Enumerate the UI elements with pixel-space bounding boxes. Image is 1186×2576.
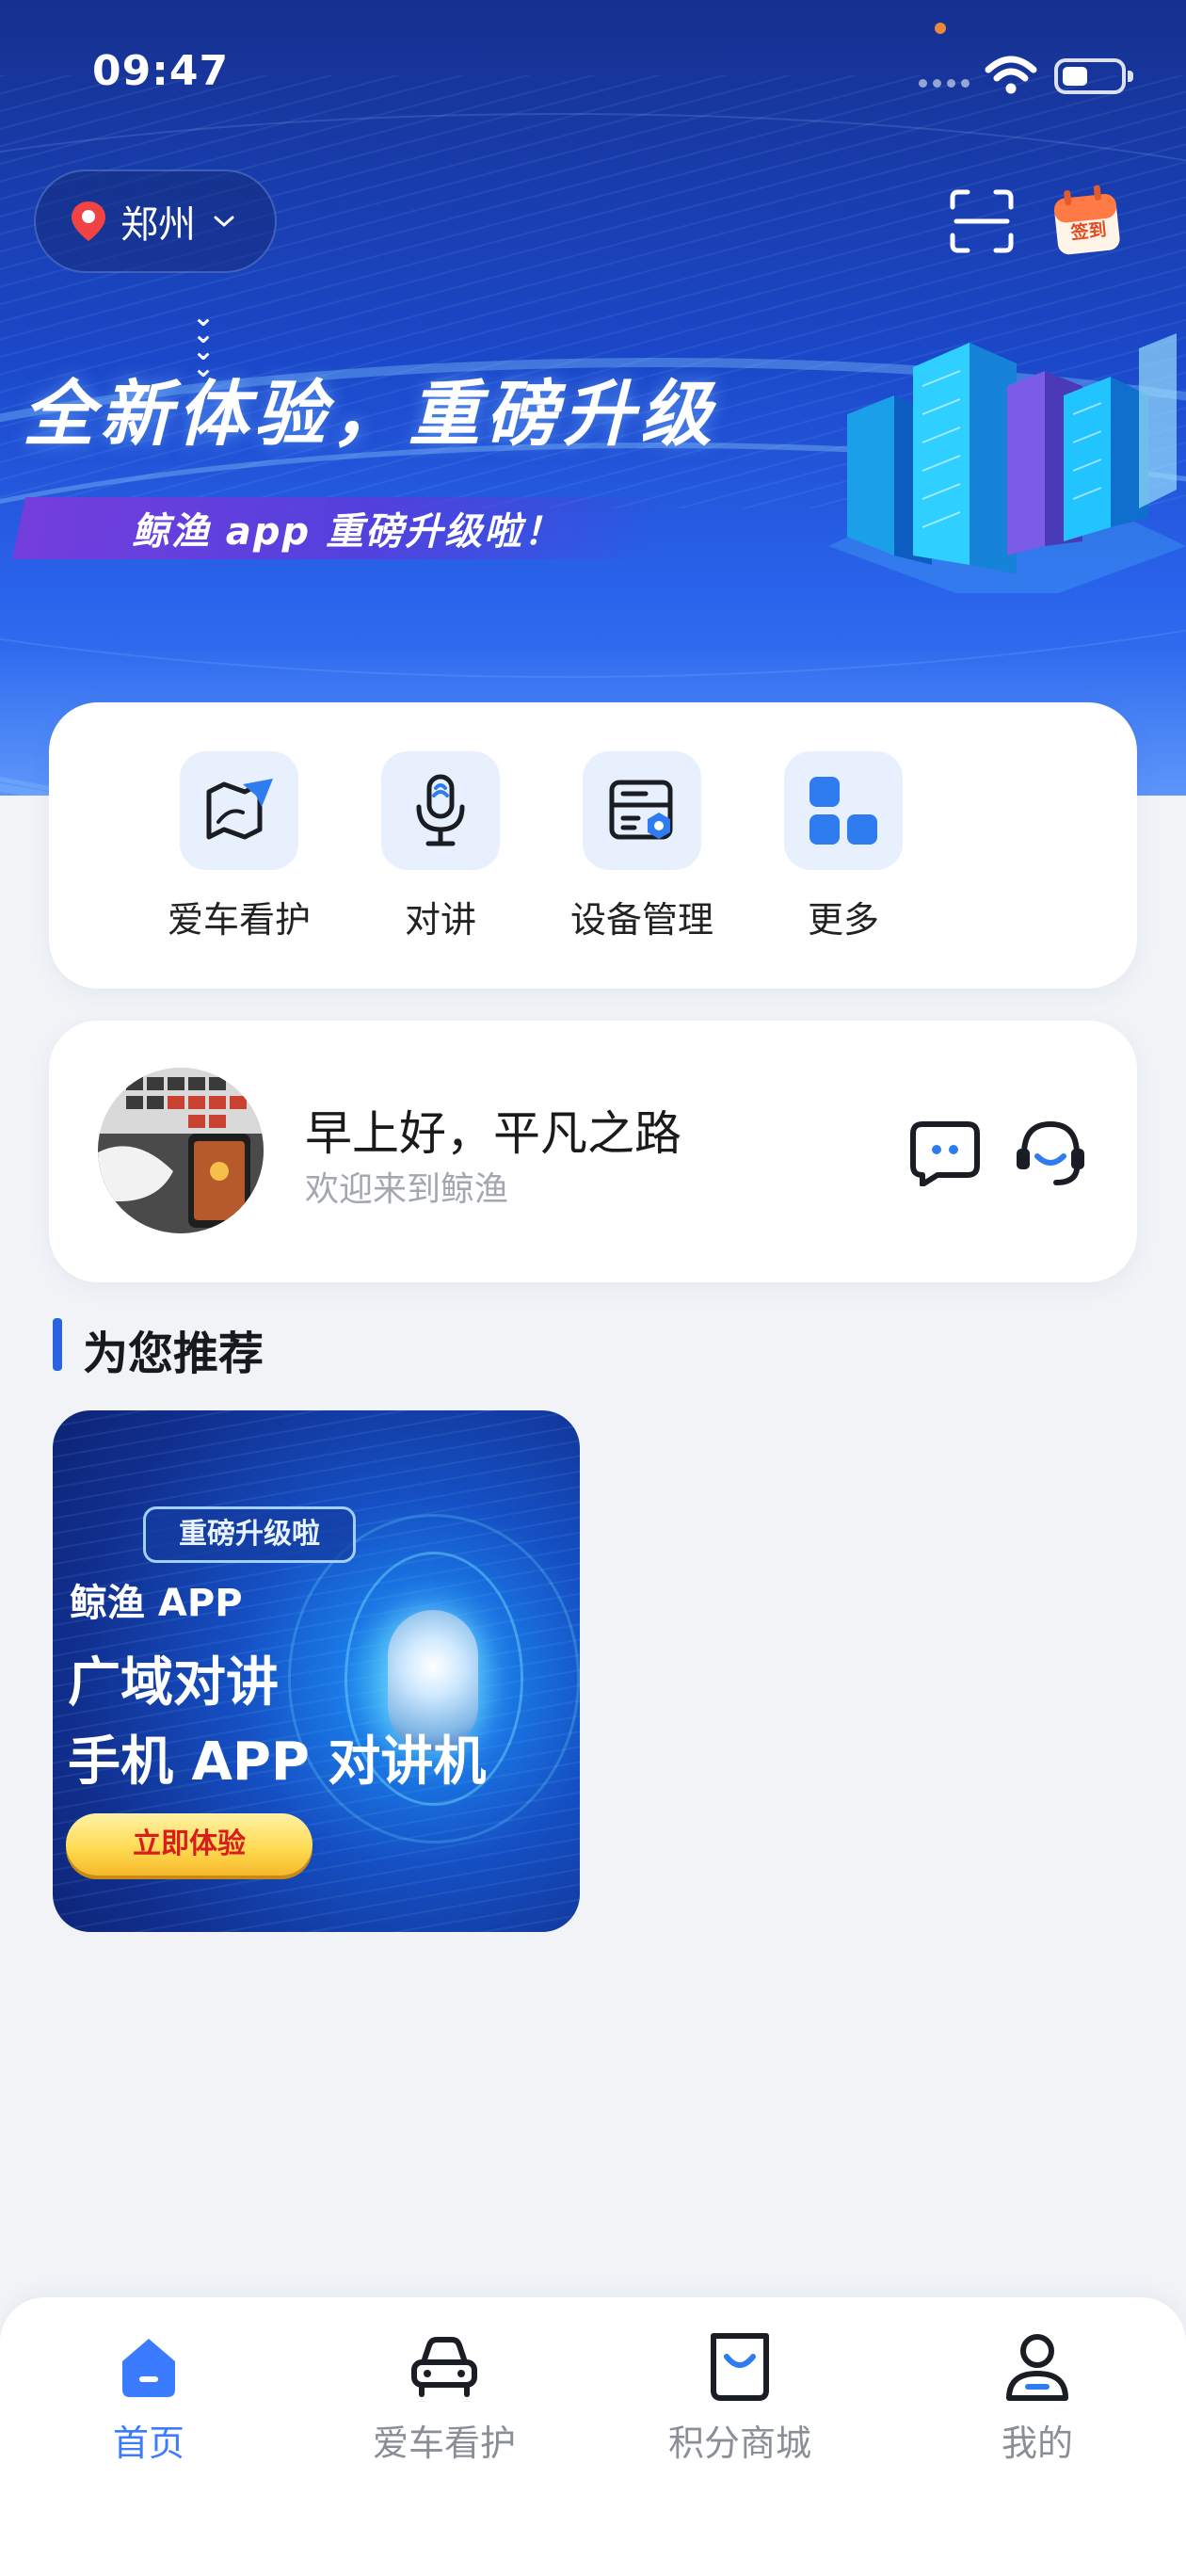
section-title-recommend: 为您推荐	[83, 1328, 264, 1380]
avatar[interactable]	[98, 1068, 264, 1233]
quick-action-more[interactable]: 更多	[759, 751, 928, 942]
recommend-card-line3: 手机 APP 对讲机	[68, 1731, 487, 1793]
microphone-icon	[381, 751, 500, 870]
home-icon	[111, 2329, 186, 2405]
profile-icon	[1000, 2329, 1075, 2405]
recommend-card-tag: 重磅升级啦	[143, 1506, 356, 1563]
banner-subline: 鲸渔 app 重磅升级啦！	[132, 510, 564, 554]
greeting-card: 早上好，平凡之路 欢迎来到鲸渔	[49, 1021, 1137, 1282]
quick-action-label: 设备管理	[569, 899, 713, 941]
quick-action-label: 对讲	[404, 899, 476, 941]
quick-action-label: 更多	[807, 899, 879, 941]
shopping-bag-icon	[702, 2329, 777, 2405]
cellular-signal-icon	[919, 79, 970, 88]
message-icon[interactable]	[909, 1119, 981, 1186]
tab-label: 积分商城	[667, 2423, 811, 2464]
grid-more-icon	[784, 751, 903, 870]
section-accent-bar	[53, 1318, 62, 1371]
status-time: 09:47	[92, 47, 230, 95]
scan-icon[interactable]	[949, 188, 1015, 254]
recommend-card-line1: 鲸渔 APP	[70, 1582, 243, 1625]
location-pin-icon	[72, 201, 105, 241]
wifi-icon	[985, 56, 1037, 94]
battery-icon	[1054, 58, 1133, 94]
map-navigation-icon	[180, 751, 298, 870]
quick-action-label: 爱车看护	[167, 899, 311, 941]
greeting-subtitle: 欢迎来到鲸渔	[305, 1170, 509, 1209]
check-in-label: 签到	[1068, 218, 1107, 244]
city-buildings-illustration	[828, 333, 1186, 593]
tab-label: 首页	[112, 2423, 184, 2464]
device-management-icon	[583, 751, 701, 870]
greeting-title: 早上好，平凡之路	[305, 1106, 681, 1161]
tab-points-mall[interactable]: 积分商城	[627, 2329, 853, 2466]
banner-headline: 全新体验，重磅升级	[23, 372, 717, 456]
tab-label: 我的	[1001, 2423, 1073, 2464]
tab-car-care[interactable]: 爱车看护	[331, 2329, 557, 2466]
chevron-down-icon	[214, 216, 234, 227]
quick-action-device-management[interactable]: 设备管理	[557, 751, 727, 942]
location-selector[interactable]: 郑州	[34, 169, 277, 273]
customer-service-icon[interactable]	[1013, 1117, 1088, 1188]
try-now-button[interactable]: 立即体验	[66, 1813, 313, 1876]
recommend-card-line2: 广域对讲	[68, 1652, 279, 1714]
location-city: 郑州	[120, 203, 196, 247]
tab-home[interactable]: 首页	[36, 2329, 262, 2466]
quick-actions-card: 爱车看护 对讲 设备管理 更多	[49, 702, 1137, 989]
hero-banner[interactable]: 09:47 郑州 签到 ⌄ ⌄ ⌄ ⌄ 全新体验，重磅升级 鲸渔 app 重磅升级啦	[0, 0, 1186, 796]
check-in-calendar-icon[interactable]: 签到	[1050, 185, 1128, 258]
recommend-card[interactable]: 重磅升级啦 鲸渔 APP 广域对讲 手机 APP 对讲机 立即体验	[53, 1410, 580, 1932]
tab-mine[interactable]: 我的	[924, 2329, 1150, 2466]
bottom-tab-bar: 首页 爱车看护 积分商城 我的	[0, 2297, 1186, 2576]
car-icon	[407, 2329, 482, 2405]
quick-action-car-care[interactable]: 爱车看护	[154, 751, 324, 942]
quick-action-intercom[interactable]: 对讲	[356, 751, 525, 942]
tab-label: 爱车看护	[372, 2423, 516, 2464]
privacy-indicator-dot	[935, 23, 946, 34]
